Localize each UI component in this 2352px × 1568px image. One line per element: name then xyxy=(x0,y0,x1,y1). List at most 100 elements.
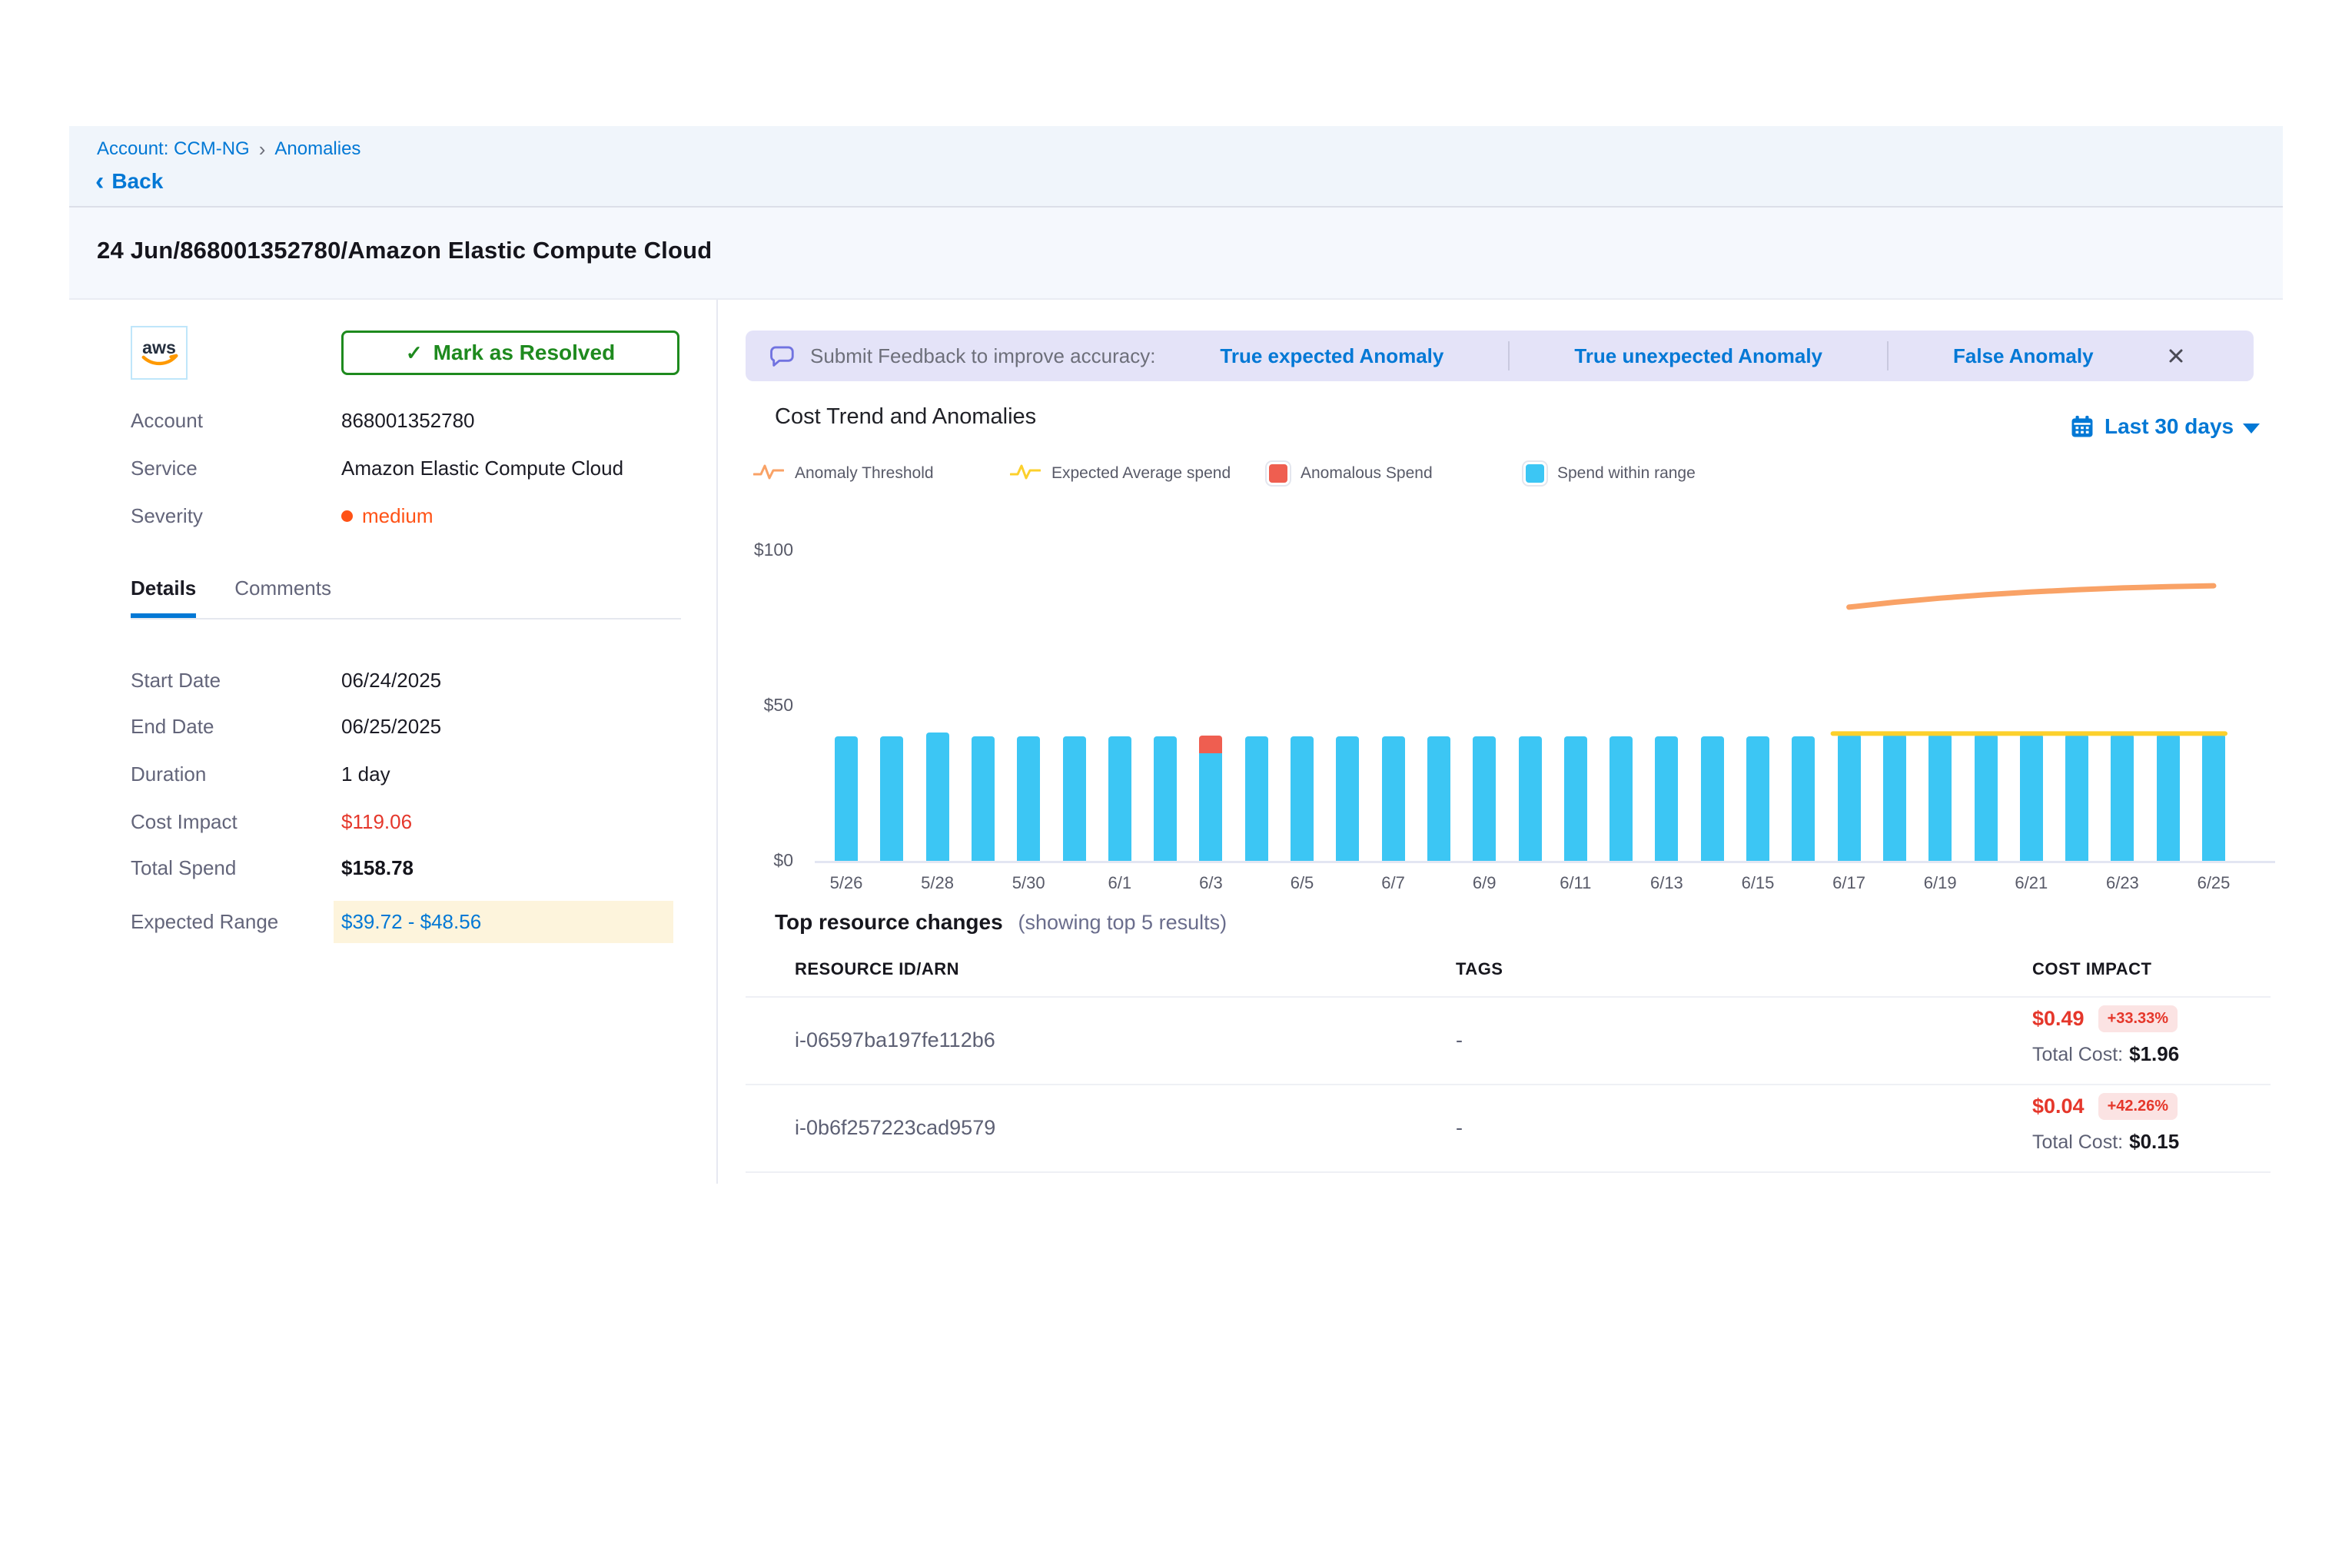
resource-tags: - xyxy=(1456,1116,1463,1140)
field-value: $158.78 xyxy=(341,856,414,880)
legend-label: Spend within range xyxy=(1557,464,1696,483)
severity-dot-icon xyxy=(341,510,353,522)
detail-row: Start Date06/24/2025 xyxy=(131,669,681,693)
back-label: Back xyxy=(111,169,163,194)
column-header: COST IMPACT xyxy=(2032,959,2151,979)
mark-as-resolved-label: Mark as Resolved xyxy=(434,341,616,365)
expected-average-line-icon xyxy=(1010,461,1041,486)
detail-tabs: Details Comments xyxy=(131,576,681,620)
anomaly-details-page: Account: CCM-NG › Anomalies ‹ Back 24 Ju… xyxy=(0,0,2352,1568)
feedback-prompt: Submit Feedback to improve accuracy: xyxy=(810,344,1155,368)
date-range-label: Last 30 days xyxy=(2105,414,2234,439)
detail-row: Duration1 day xyxy=(131,762,681,786)
field-label: End Date xyxy=(131,715,341,739)
total-cost-label: Total Cost: xyxy=(2032,1131,2123,1153)
detail-row: End Date06/25/2025 xyxy=(131,715,681,739)
resource-id: i-06597ba197fe112b6 xyxy=(795,1028,995,1052)
field-value: 06/25/2025 xyxy=(341,715,441,739)
field-label: Severity xyxy=(131,504,341,528)
caret-down-icon xyxy=(2243,424,2260,434)
resource-table: RESOURCE ID/ARN TAGS COST IMPACT i-06597ba1… xyxy=(746,952,2271,1173)
close-icon[interactable] xyxy=(2164,344,2188,367)
total-cost-line: Total Cost: $0.15 xyxy=(2032,1130,2179,1154)
field-value: Amazon Elastic Compute Cloud xyxy=(341,457,623,480)
resource-table-title-text: Top resource changes xyxy=(775,910,1003,934)
cost-trend-chart: $0$50$1005/265/285/306/16/36/56/76/96/11… xyxy=(746,500,2283,915)
field-label: Duration xyxy=(131,762,341,786)
chevron-left-icon: ‹ xyxy=(95,171,104,192)
feedback-option[interactable]: False Anomaly xyxy=(1953,344,2094,368)
resource-tags: - xyxy=(1456,1028,1463,1052)
calendar-icon xyxy=(2069,414,2095,440)
mark-as-resolved-button[interactable]: ✓ Mark as Resolved xyxy=(341,331,679,375)
detail-row: Total Spend$158.78 xyxy=(131,856,681,880)
field-value: 868001352780 xyxy=(341,409,475,433)
summary-row: Severity medium xyxy=(131,504,681,528)
field-label: Account xyxy=(131,409,341,433)
field-label: Start Date xyxy=(131,669,341,693)
anomaly-threshold-line xyxy=(1849,586,2214,607)
breadcrumb-bar: Account: CCM-NG › Anomalies ‹ Back xyxy=(69,126,2283,208)
table-header-row: RESOURCE ID/ARN TAGS COST IMPACT xyxy=(746,952,2271,996)
check-icon: ✓ xyxy=(406,341,423,365)
column-header: RESOURCE ID/ARN xyxy=(795,959,959,979)
svg-text:aws: aws xyxy=(142,337,176,357)
back-button[interactable]: ‹ Back xyxy=(95,169,163,194)
title-bar: 24 Jun/868001352780/Amazon Elastic Compu… xyxy=(69,208,2283,300)
tab-comments[interactable]: Comments xyxy=(234,576,331,613)
field-value: 06/24/2025 xyxy=(341,669,441,693)
feedback-option[interactable]: True unexpected Anomaly xyxy=(1574,344,1822,368)
legend-item: Anomalous Spend xyxy=(1267,461,1523,486)
field-label: Cost Impact xyxy=(131,810,341,834)
breadcrumb-anomalies-link[interactable]: Anomalies xyxy=(274,138,360,160)
spend-within-range-swatch-icon xyxy=(1523,462,1546,485)
cost-impact-amount: $0.04 xyxy=(2032,1095,2085,1118)
breadcrumb: Account: CCM-NG › Anomalies xyxy=(97,138,360,160)
feedback-separator xyxy=(1508,341,1510,370)
table-row[interactable]: i-0b6f257223cad9579 - $0.04 +42.26% Total Co… xyxy=(746,1084,2271,1171)
total-cost-value: $0.15 xyxy=(2129,1130,2179,1153)
summary-row: ServiceAmazon Elastic Compute Cloud xyxy=(131,457,681,480)
anomaly-threshold-line-icon xyxy=(753,461,784,486)
total-cost-value: $1.96 xyxy=(2129,1042,2179,1065)
aws-logo-icon: aws xyxy=(137,334,181,372)
feedback-bar: Submit Feedback to improve accuracy: Tru… xyxy=(746,331,2254,381)
cost-impact-cell: $0.49+33.33% Total Cost: $1.96 xyxy=(2032,1007,2179,1066)
cost-change-badge: +33.33% xyxy=(2098,1005,2178,1032)
severity-value: medium xyxy=(362,504,433,528)
resource-id: i-0b6f257223cad9579 xyxy=(795,1116,995,1140)
anomaly-side-panel: aws ✓ Mark as Resolved Account8680013527… xyxy=(131,326,681,987)
legend-item: Expected Average spend xyxy=(1010,461,1267,486)
total-cost-line: Total Cost: $1.96 xyxy=(2032,1042,2179,1066)
legend-label: Anomaly Threshold xyxy=(795,464,934,483)
field-value: 1 day xyxy=(341,762,390,786)
cost-change-badge: +42.26% xyxy=(2098,1093,2178,1120)
table-bottom-divider xyxy=(746,1171,2271,1173)
feedback-separator xyxy=(1887,341,1889,370)
legend-label: Anomalous Spend xyxy=(1301,464,1433,483)
resource-table-subtitle: (showing top 5 results) xyxy=(1018,911,1227,934)
date-range-selector[interactable]: Last 30 days xyxy=(2069,414,2260,440)
page-title: 24 Jun/868001352780/Amazon Elastic Compu… xyxy=(97,237,712,264)
panel-divider xyxy=(716,300,718,1184)
total-cost-label: Total Cost: xyxy=(2032,1044,2123,1065)
chart-lines-overlay xyxy=(746,500,2283,915)
cost-impact-line: $0.04 +42.26% xyxy=(2032,1095,2179,1122)
detail-row: Expected Range$39.72 - $48.56 xyxy=(131,901,681,943)
feedback-option[interactable]: True expected Anomaly xyxy=(1220,344,1443,368)
chevron-right-icon: › xyxy=(259,140,266,158)
tab-details[interactable]: Details xyxy=(131,576,196,618)
field-label: Service xyxy=(131,457,341,480)
feedback-options: True expected Anomaly True unexpected Ano… xyxy=(1155,341,2093,370)
table-row[interactable]: i-06597ba197fe112b6 - $0.49+33.33% Total Co… xyxy=(746,996,2271,1084)
breadcrumb-account-link[interactable]: Account: CCM-NG xyxy=(97,138,250,160)
summary-row: Account868001352780 xyxy=(131,409,681,433)
speech-bubble-icon xyxy=(767,341,796,370)
cost-impact-line: $0.49+33.33% xyxy=(2032,1007,2179,1035)
legend-item: Spend within range xyxy=(1523,461,1780,486)
cost-impact-cell: $0.04 +42.26% Total Cost: $0.15 xyxy=(2032,1095,2179,1154)
column-header: TAGS xyxy=(1456,959,1503,979)
field-label: Expected Range xyxy=(131,910,341,934)
field-value: $39.72 - $48.56 xyxy=(334,901,673,943)
aws-logo: aws xyxy=(131,326,188,380)
